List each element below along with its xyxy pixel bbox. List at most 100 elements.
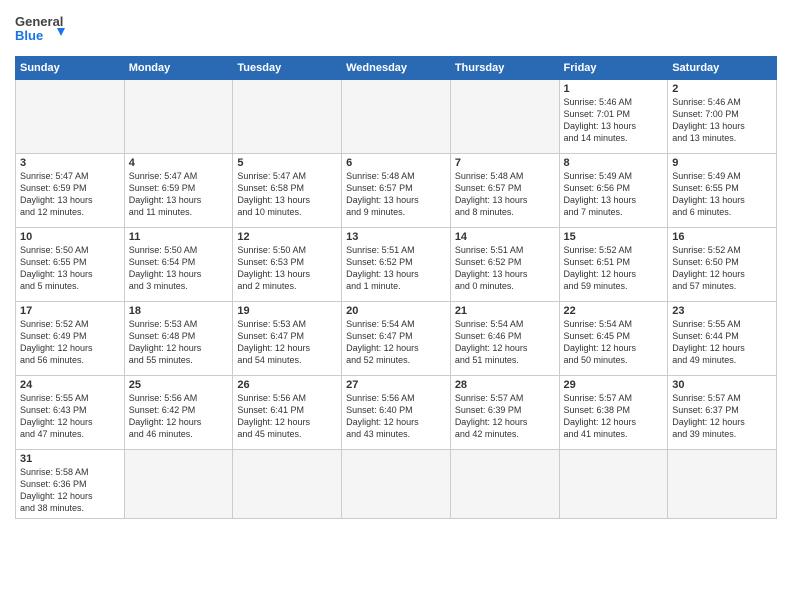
calendar-cell [450, 450, 559, 519]
calendar-cell: 27Sunrise: 5:56 AMSunset: 6:40 PMDayligh… [342, 376, 451, 450]
svg-text:Blue: Blue [15, 28, 43, 43]
calendar-cell [342, 450, 451, 519]
day-number: 9 [672, 157, 772, 169]
day-info: Sunrise: 5:46 AMSunset: 7:00 PMDaylight:… [672, 96, 772, 145]
calendar-cell: 5Sunrise: 5:47 AMSunset: 6:58 PMDaylight… [233, 154, 342, 228]
calendar-week-2: 3Sunrise: 5:47 AMSunset: 6:59 PMDaylight… [16, 154, 777, 228]
day-number: 30 [672, 379, 772, 391]
day-number: 23 [672, 305, 772, 317]
day-number: 22 [564, 305, 664, 317]
calendar-table: SundayMondayTuesdayWednesdayThursdayFrid… [15, 56, 777, 519]
calendar-cell: 20Sunrise: 5:54 AMSunset: 6:47 PMDayligh… [342, 302, 451, 376]
day-number: 5 [237, 157, 337, 169]
day-info: Sunrise: 5:57 AMSunset: 6:37 PMDaylight:… [672, 392, 772, 441]
calendar-cell: 22Sunrise: 5:54 AMSunset: 6:45 PMDayligh… [559, 302, 668, 376]
day-info: Sunrise: 5:48 AMSunset: 6:57 PMDaylight:… [455, 170, 555, 219]
calendar-cell: 2Sunrise: 5:46 AMSunset: 7:00 PMDaylight… [668, 80, 777, 154]
col-header-wednesday: Wednesday [342, 57, 451, 80]
calendar-cell: 26Sunrise: 5:56 AMSunset: 6:41 PMDayligh… [233, 376, 342, 450]
col-header-monday: Monday [124, 57, 233, 80]
col-header-saturday: Saturday [668, 57, 777, 80]
day-number: 21 [455, 305, 555, 317]
day-number: 3 [20, 157, 120, 169]
day-number: 25 [129, 379, 229, 391]
calendar-cell: 11Sunrise: 5:50 AMSunset: 6:54 PMDayligh… [124, 228, 233, 302]
calendar-cell: 29Sunrise: 5:57 AMSunset: 6:38 PMDayligh… [559, 376, 668, 450]
day-info: Sunrise: 5:56 AMSunset: 6:41 PMDaylight:… [237, 392, 337, 441]
col-header-sunday: Sunday [16, 57, 125, 80]
calendar-cell: 14Sunrise: 5:51 AMSunset: 6:52 PMDayligh… [450, 228, 559, 302]
calendar-cell: 12Sunrise: 5:50 AMSunset: 6:53 PMDayligh… [233, 228, 342, 302]
day-info: Sunrise: 5:48 AMSunset: 6:57 PMDaylight:… [346, 170, 446, 219]
calendar-cell: 1Sunrise: 5:46 AMSunset: 7:01 PMDaylight… [559, 80, 668, 154]
day-number: 16 [672, 231, 772, 243]
calendar-cell: 21Sunrise: 5:54 AMSunset: 6:46 PMDayligh… [450, 302, 559, 376]
calendar-page: General Blue SundayMondayTuesdayWednesda… [0, 0, 792, 529]
day-number: 26 [237, 379, 337, 391]
logo: General Blue [15, 10, 65, 50]
calendar-cell [233, 450, 342, 519]
calendar-cell: 10Sunrise: 5:50 AMSunset: 6:55 PMDayligh… [16, 228, 125, 302]
day-info: Sunrise: 5:54 AMSunset: 6:47 PMDaylight:… [346, 318, 446, 367]
calendar-cell: 30Sunrise: 5:57 AMSunset: 6:37 PMDayligh… [668, 376, 777, 450]
calendar-cell: 16Sunrise: 5:52 AMSunset: 6:50 PMDayligh… [668, 228, 777, 302]
calendar-week-4: 17Sunrise: 5:52 AMSunset: 6:49 PMDayligh… [16, 302, 777, 376]
calendar-cell: 18Sunrise: 5:53 AMSunset: 6:48 PMDayligh… [124, 302, 233, 376]
day-number: 7 [455, 157, 555, 169]
day-info: Sunrise: 5:51 AMSunset: 6:52 PMDaylight:… [455, 244, 555, 293]
col-header-tuesday: Tuesday [233, 57, 342, 80]
calendar-cell: 9Sunrise: 5:49 AMSunset: 6:55 PMDaylight… [668, 154, 777, 228]
day-info: Sunrise: 5:56 AMSunset: 6:40 PMDaylight:… [346, 392, 446, 441]
calendar-cell: 24Sunrise: 5:55 AMSunset: 6:43 PMDayligh… [16, 376, 125, 450]
calendar-cell [233, 80, 342, 154]
day-info: Sunrise: 5:56 AMSunset: 6:42 PMDaylight:… [129, 392, 229, 441]
day-info: Sunrise: 5:57 AMSunset: 6:39 PMDaylight:… [455, 392, 555, 441]
calendar-header-row: SundayMondayTuesdayWednesdayThursdayFrid… [16, 57, 777, 80]
calendar-cell: 23Sunrise: 5:55 AMSunset: 6:44 PMDayligh… [668, 302, 777, 376]
calendar-cell: 15Sunrise: 5:52 AMSunset: 6:51 PMDayligh… [559, 228, 668, 302]
day-info: Sunrise: 5:53 AMSunset: 6:48 PMDaylight:… [129, 318, 229, 367]
day-number: 28 [455, 379, 555, 391]
day-number: 31 [20, 453, 120, 465]
day-info: Sunrise: 5:50 AMSunset: 6:53 PMDaylight:… [237, 244, 337, 293]
day-number: 29 [564, 379, 664, 391]
calendar-cell [559, 450, 668, 519]
calendar-cell: 25Sunrise: 5:56 AMSunset: 6:42 PMDayligh… [124, 376, 233, 450]
day-info: Sunrise: 5:52 AMSunset: 6:50 PMDaylight:… [672, 244, 772, 293]
day-number: 2 [672, 83, 772, 95]
day-info: Sunrise: 5:47 AMSunset: 6:59 PMDaylight:… [20, 170, 120, 219]
calendar-week-1: 1Sunrise: 5:46 AMSunset: 7:01 PMDaylight… [16, 80, 777, 154]
calendar-cell: 28Sunrise: 5:57 AMSunset: 6:39 PMDayligh… [450, 376, 559, 450]
day-info: Sunrise: 5:58 AMSunset: 6:36 PMDaylight:… [20, 466, 120, 515]
day-info: Sunrise: 5:46 AMSunset: 7:01 PMDaylight:… [564, 96, 664, 145]
day-number: 20 [346, 305, 446, 317]
day-number: 27 [346, 379, 446, 391]
calendar-cell: 8Sunrise: 5:49 AMSunset: 6:56 PMDaylight… [559, 154, 668, 228]
calendar-cell [342, 80, 451, 154]
calendar-cell: 7Sunrise: 5:48 AMSunset: 6:57 PMDaylight… [450, 154, 559, 228]
calendar-cell: 4Sunrise: 5:47 AMSunset: 6:59 PMDaylight… [124, 154, 233, 228]
svg-text:General: General [15, 14, 63, 29]
day-number: 18 [129, 305, 229, 317]
calendar-cell: 13Sunrise: 5:51 AMSunset: 6:52 PMDayligh… [342, 228, 451, 302]
calendar-cell [450, 80, 559, 154]
day-info: Sunrise: 5:55 AMSunset: 6:44 PMDaylight:… [672, 318, 772, 367]
day-info: Sunrise: 5:47 AMSunset: 6:58 PMDaylight:… [237, 170, 337, 219]
day-number: 14 [455, 231, 555, 243]
calendar-week-6: 31Sunrise: 5:58 AMSunset: 6:36 PMDayligh… [16, 450, 777, 519]
day-info: Sunrise: 5:54 AMSunset: 6:45 PMDaylight:… [564, 318, 664, 367]
day-number: 12 [237, 231, 337, 243]
col-header-friday: Friday [559, 57, 668, 80]
calendar-cell: 6Sunrise: 5:48 AMSunset: 6:57 PMDaylight… [342, 154, 451, 228]
calendar-cell: 3Sunrise: 5:47 AMSunset: 6:59 PMDaylight… [16, 154, 125, 228]
logo-svg: General Blue [15, 10, 65, 50]
day-info: Sunrise: 5:47 AMSunset: 6:59 PMDaylight:… [129, 170, 229, 219]
day-info: Sunrise: 5:52 AMSunset: 6:51 PMDaylight:… [564, 244, 664, 293]
day-info: Sunrise: 5:54 AMSunset: 6:46 PMDaylight:… [455, 318, 555, 367]
calendar-cell: 17Sunrise: 5:52 AMSunset: 6:49 PMDayligh… [16, 302, 125, 376]
calendar-cell [16, 80, 125, 154]
calendar-cell [124, 450, 233, 519]
calendar-cell: 19Sunrise: 5:53 AMSunset: 6:47 PMDayligh… [233, 302, 342, 376]
day-number: 19 [237, 305, 337, 317]
day-info: Sunrise: 5:51 AMSunset: 6:52 PMDaylight:… [346, 244, 446, 293]
